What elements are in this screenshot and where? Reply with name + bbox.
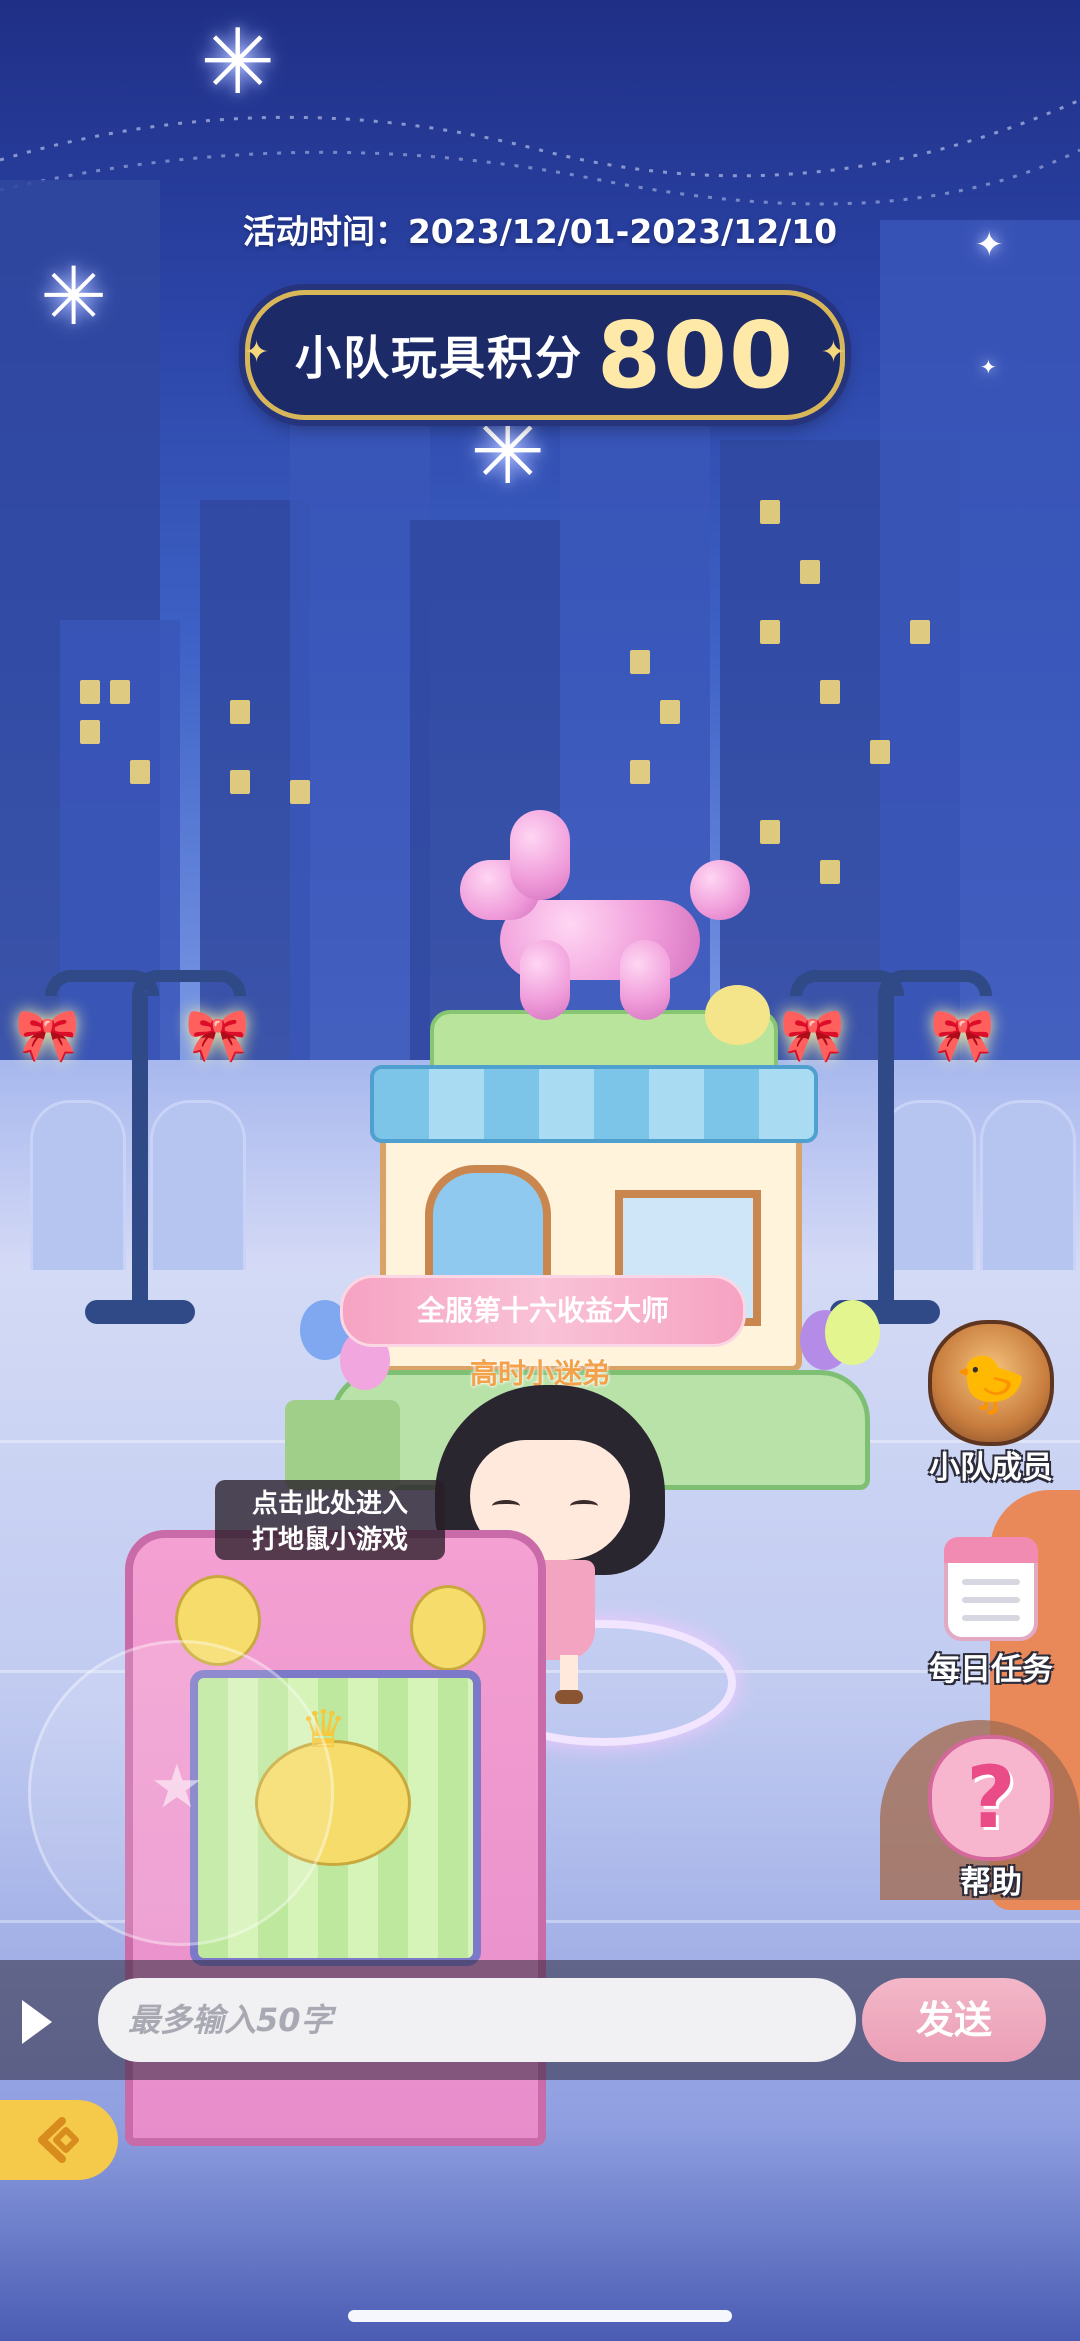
street-lamp	[878, 970, 992, 996]
chat-input[interactable]	[98, 1978, 856, 2062]
window-light	[80, 680, 100, 704]
team-members-label: 小队成员	[929, 1450, 1053, 1486]
hamster-mascot	[410, 1585, 486, 1671]
bow-lantern: 🎀	[15, 1006, 80, 1066]
window-light	[660, 700, 680, 724]
minigame-tooltip[interactable]: 点击此处进入 打地鼠小游戏	[215, 1480, 445, 1560]
street-lamp	[132, 990, 148, 1310]
team-score-banner: ✦ 小队玩具积分 800 ✦	[244, 290, 846, 420]
tooltip-line: 打地鼠小游戏	[251, 1525, 408, 1555]
shop-awning	[370, 1065, 818, 1143]
joystick-star-icon: ★	[150, 1752, 204, 1822]
bow-lantern: 🎀	[185, 1006, 250, 1066]
daily-tasks-button[interactable]: 每日任务	[916, 1530, 1066, 1689]
balloon	[825, 1300, 880, 1365]
window-light	[910, 620, 930, 644]
window-light	[630, 760, 650, 784]
window-light	[110, 680, 130, 704]
help-button[interactable]: ? 帮助	[916, 1735, 1066, 1902]
chat-expand-icon[interactable]	[22, 2000, 52, 2044]
score-value: 800	[596, 301, 796, 409]
score-label: 小队玩具积分	[294, 331, 583, 385]
potted-plant	[285, 1400, 400, 1490]
railing-post	[150, 1100, 246, 1276]
avatar-eye	[492, 1500, 520, 1512]
light-garland	[0, 98, 1080, 206]
railing-post	[30, 1100, 126, 1276]
building	[880, 220, 1080, 1080]
team-members-button[interactable]: 🐤 小队成员	[916, 1320, 1066, 1487]
star-sparkle: ✦	[980, 355, 997, 379]
window-light	[820, 860, 840, 884]
sparkle-icon: ✦	[820, 335, 846, 370]
balloon	[705, 985, 770, 1045]
team-members-icon: 🐤	[928, 1320, 1054, 1446]
window-light	[760, 500, 780, 524]
street-lamp	[878, 990, 894, 1310]
back-button[interactable]	[0, 2100, 118, 2180]
chick-icon: 🐤	[954, 1348, 1028, 1417]
avatar-shoe	[555, 1690, 583, 1704]
street-lamp	[85, 1300, 195, 1324]
window-light	[760, 620, 780, 644]
calendar-icon	[944, 1537, 1038, 1641]
window-light	[290, 780, 310, 804]
event-time-text: 活动时间：2023/12/01-2023/12/10	[242, 212, 838, 251]
player-title-badge: 全服第十六收益大师	[340, 1275, 746, 1347]
window-light	[130, 760, 150, 784]
bow-lantern: 🎀	[930, 1006, 995, 1066]
building	[290, 420, 430, 1080]
window-light	[230, 700, 250, 724]
send-button[interactable]: 发送	[862, 1978, 1046, 2062]
daily-tasks-label: 每日任务	[929, 1652, 1053, 1688]
window-light	[760, 820, 780, 844]
window-light	[80, 720, 100, 744]
railing-post	[880, 1100, 976, 1276]
tooltip-line: 点击此处进入	[251, 1489, 408, 1519]
sparkle-icon: ✦	[244, 335, 270, 370]
firework-sparkle: ✳	[40, 250, 108, 343]
firework-sparkle: ✳	[200, 10, 276, 115]
window-light	[630, 650, 650, 674]
window-light	[870, 740, 890, 764]
question-mark-icon: ?	[928, 1735, 1054, 1861]
bow-lantern: 🎀	[780, 1006, 845, 1066]
avatar-leg	[560, 1655, 578, 1695]
home-indicator[interactable]	[348, 2310, 732, 2322]
railing-post	[980, 1100, 1076, 1276]
window-light	[230, 770, 250, 794]
help-label: 帮助	[960, 1865, 1022, 1901]
street-lamp	[132, 970, 246, 996]
window-light	[800, 560, 820, 584]
chat-bar: 发送	[0, 1960, 1080, 2080]
daily-tasks-icon-wrap	[932, 1530, 1050, 1648]
back-arrow-icon	[38, 2117, 79, 2163]
window-light	[820, 680, 840, 704]
avatar-eye	[570, 1500, 598, 1512]
